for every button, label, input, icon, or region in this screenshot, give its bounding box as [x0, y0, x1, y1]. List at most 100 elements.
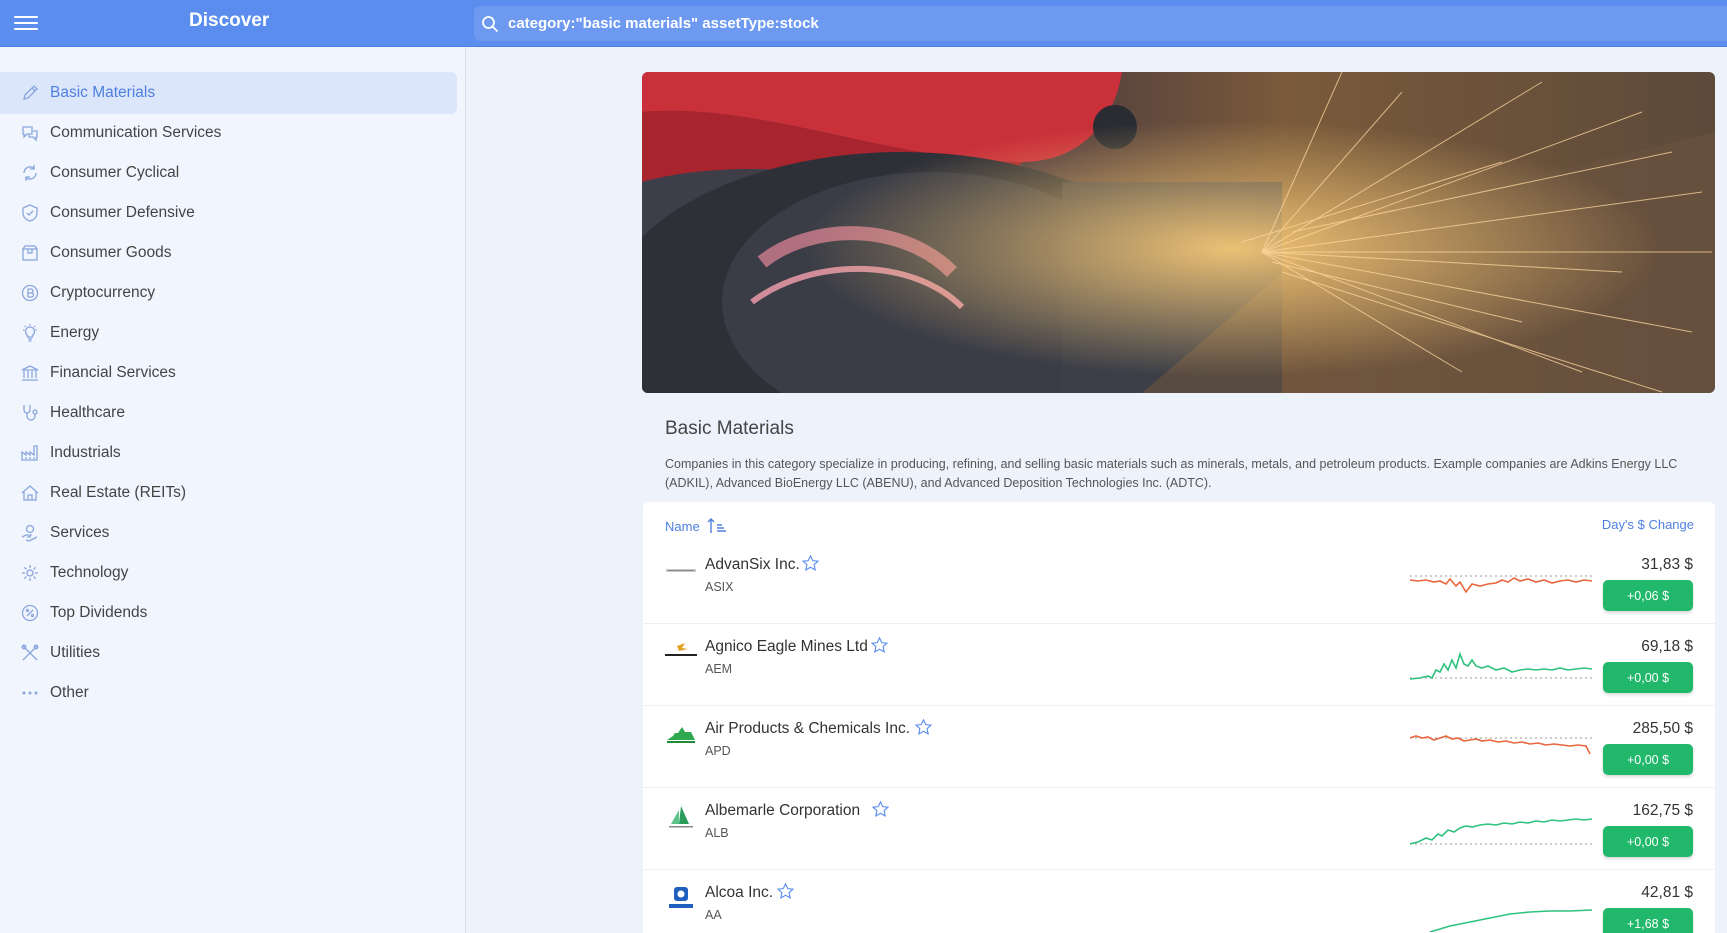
sidebar-item-real-estate[interactable]: Real Estate (REITs) [0, 472, 457, 514]
category-title: Basic Materials [665, 418, 794, 439]
stock-row[interactable]: Air Products & Chemicals Inc. APD 285,50… [643, 706, 1715, 788]
percent-icon [19, 602, 41, 624]
ticker-symbol: APD [705, 744, 731, 758]
sort-ascending-icon [707, 518, 726, 533]
sidebar-item-basic-materials[interactable]: Basic Materials [0, 72, 457, 114]
day-change-badge: +0,06 $ [1603, 580, 1693, 611]
hand-icon [19, 522, 41, 544]
stock-price: 31,83 $ [1641, 556, 1693, 573]
company-name: Agnico Eagle Mines Ltd [705, 638, 868, 655]
company-name: Alcoa Inc. [705, 884, 774, 901]
sidebar-item-label: Utilities [50, 644, 100, 661]
sidebar-item-label: Industrials [50, 444, 121, 461]
sparkline-chart [1410, 651, 1592, 680]
change-column-header: Day's $ Change [1601, 517, 1694, 532]
bitcoin-icon [19, 282, 41, 304]
category-description: Companies in this category specialize in… [665, 457, 1678, 490]
airproducts-logo [667, 727, 695, 743]
dots-icon [19, 682, 41, 704]
search-bar[interactable] [474, 6, 1727, 41]
lightbulb-icon [19, 322, 41, 344]
sidebar-item-communication-services[interactable]: Communication Services [0, 112, 457, 154]
day-change-badge: +0,00 $ [1603, 744, 1693, 775]
stock-row[interactable]: Agnico Eagle Mines Ltd AEM 69,18 $ +0,00… [643, 624, 1715, 706]
app-title: Discover [189, 10, 270, 31]
stock-row[interactable]: AdvanSix Inc. ASIX 31,83 $ +0,06 $ [643, 542, 1715, 624]
search-icon [482, 15, 498, 32]
day-change-badge: +0,00 $ [1603, 826, 1693, 857]
tools-icon [19, 642, 41, 664]
ticker-symbol: ALB [705, 826, 729, 840]
day-change-badge: +0,00 $ [1603, 662, 1693, 693]
gear-icon [19, 562, 41, 584]
sidebar-item-industrials[interactable]: Industrials [0, 432, 457, 474]
sidebar-item-label: Financial Services [50, 364, 176, 381]
stock-price: 42,81 $ [1641, 884, 1693, 901]
stock-row[interactable]: Albemarle Corporation ALB 162,75 $ +0,00… [643, 788, 1715, 870]
ticker-symbol: ASIX [705, 580, 734, 594]
category-sidebar: Basic Materials Communication Services C… [0, 47, 466, 933]
sidebar-item-consumer-goods[interactable]: Consumer Goods [0, 232, 457, 274]
agnico-logo [665, 643, 697, 656]
company-name: Albemarle Corporation [705, 802, 861, 819]
stock-price: 162,75 $ [1632, 802, 1693, 819]
sidebar-item-label: Technology [50, 564, 129, 581]
sidebar-item-consumer-cyclical[interactable]: Consumer Cyclical [0, 152, 457, 194]
shield-icon [19, 202, 41, 224]
chat-icon [19, 122, 41, 144]
stock-list: Name Day's $ Change AdvanSix Inc. ASIX 3… [643, 502, 1715, 933]
star-icon[interactable] [801, 554, 820, 573]
sparkline-chart [1410, 818, 1592, 845]
hamburger-menu-icon[interactable] [14, 12, 38, 32]
sidebar-item-label: Communication Services [50, 124, 222, 141]
star-icon[interactable] [870, 636, 889, 655]
sparkline-chart [1429, 909, 1592, 932]
bank-icon [19, 362, 41, 384]
sidebar-item-label: Healthcare [50, 404, 125, 421]
search-input[interactable] [508, 6, 1727, 41]
stock-price: 69,18 $ [1641, 638, 1693, 655]
stethoscope-icon [19, 402, 41, 424]
sidebar-item-financial-services[interactable]: Financial Services [0, 352, 457, 394]
ticker-symbol: AA [705, 908, 722, 922]
sidebar-item-healthcare[interactable]: Healthcare [0, 392, 457, 434]
alcoa-logo [669, 887, 693, 908]
sidebar-item-label: Services [50, 524, 110, 541]
sidebar-item-label: Other [50, 684, 89, 701]
name-column-header: Name [665, 518, 700, 534]
sidebar-item-label: Energy [50, 324, 100, 341]
stock-price: 285,50 $ [1632, 720, 1693, 737]
ticker-symbol: AEM [705, 662, 733, 676]
company-name: Air Products & Chemicals Inc. [705, 720, 911, 737]
sidebar-item-cryptocurrency[interactable]: Cryptocurrency [0, 272, 457, 314]
sidebar-item-label: Consumer Cyclical [50, 164, 180, 181]
sidebar-item-technology[interactable]: Technology [0, 552, 457, 594]
star-icon[interactable] [871, 800, 890, 819]
sidebar-item-label: Real Estate (REITs) [50, 484, 187, 501]
stock-row[interactable]: Alcoa Inc. AA 42,81 $ +1,68 $ [643, 870, 1715, 933]
house-icon [19, 482, 41, 504]
advansix-logo [666, 569, 696, 572]
sidebar-item-label: Cryptocurrency [50, 284, 156, 301]
company-name: AdvanSix Inc. [705, 556, 800, 573]
sidebar-item-label: Consumer Goods [50, 244, 172, 261]
sidebar-item-energy[interactable]: Energy [0, 312, 457, 354]
day-change-badge: +1,68 $ [1603, 908, 1693, 933]
sidebar-item-label: Basic Materials [50, 84, 156, 101]
category-hero-image [642, 72, 1715, 393]
top-bar: Discover [0, 0, 1727, 47]
sparkline-chart [1410, 735, 1592, 755]
sidebar-item-consumer-defensive[interactable]: Consumer Defensive [0, 192, 457, 234]
box-icon [19, 242, 41, 264]
cycle-icon [19, 162, 41, 184]
sidebar-item-other[interactable]: Other [0, 672, 457, 714]
star-icon[interactable] [776, 882, 795, 901]
sort-by-name-button[interactable]: Name [665, 517, 728, 535]
sidebar-item-label: Top Dividends [50, 604, 148, 621]
sidebar-item-top-dividends[interactable]: Top Dividends [0, 592, 457, 634]
sidebar-item-utilities[interactable]: Utilities [0, 632, 457, 674]
sidebar-item-services[interactable]: Services [0, 512, 457, 554]
star-icon[interactable] [914, 718, 933, 737]
sidebar-item-label: Consumer Defensive [50, 204, 195, 221]
factory-icon [19, 442, 41, 464]
